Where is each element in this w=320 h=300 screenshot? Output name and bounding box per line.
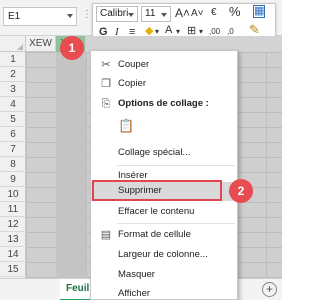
row-header[interactable]: 9 (0, 172, 26, 187)
row-header[interactable]: 12 (0, 217, 26, 232)
grow-font-icon[interactable]: A˄ (175, 6, 190, 20)
font-size-select[interactable]: 11 (141, 6, 171, 22)
scissors-icon: ✂ (101, 59, 111, 71)
menu-item-label: Effacer le contenu (118, 206, 195, 217)
menu-item-paste-options: ⎘ Options de collage : (91, 95, 237, 114)
copy-icon: ❐ (101, 78, 111, 90)
percent-icon[interactable]: % (229, 5, 241, 19)
font-name-select[interactable]: Calibri (96, 6, 138, 22)
row-header[interactable]: 3 (0, 82, 26, 97)
step-1-badge: 1 (60, 36, 84, 60)
menu-item-cut[interactable]: ✂ Couper (91, 56, 237, 75)
menu-item-unhide[interactable]: Afficher (91, 285, 237, 300)
row-header[interactable]: 11 (0, 202, 26, 217)
row-header[interactable]: 8 (0, 157, 26, 172)
menu-item-label: Couper (118, 59, 150, 70)
row-header[interactable]: 14 (0, 247, 26, 262)
menu-item-label: Copier (118, 78, 146, 89)
row-header-bar: 1 2 3 4 5 6 7 8 9 10 11 12 13 14 15 (0, 52, 26, 278)
menu-item-label: Format de cellule (118, 229, 191, 240)
paste-options-icon: ⎘ (101, 98, 111, 110)
format-painter-icon[interactable]: ▦ (253, 5, 265, 18)
menu-item-label: Largeur de colonne... (118, 249, 208, 260)
menu-item-label: Afficher (118, 288, 151, 299)
menu-item-label: Masquer (118, 269, 155, 280)
paste-button[interactable]: 📋 (91, 115, 237, 139)
row-header[interactable]: 1 (0, 52, 26, 67)
chevron-down-icon (128, 13, 134, 17)
highlight-box (92, 180, 222, 201)
clipboard-icon: 📋 (118, 118, 135, 133)
menu-item-format-cells[interactable]: ▤ Format de cellule (91, 226, 237, 245)
format-cells-icon: ▤ (100, 229, 112, 241)
row-header[interactable]: 10 (0, 187, 26, 202)
menu-item-label: Collage spécial... (118, 147, 191, 158)
paintbrush-icon[interactable]: ✎ (249, 23, 260, 37)
row-header[interactable]: 2 (0, 67, 26, 82)
row-header[interactable]: 5 (0, 112, 26, 127)
menu-item-copy[interactable]: ❐ Copier (91, 75, 237, 94)
shrink-font-icon[interactable]: A˅ (191, 7, 204, 21)
column-header-xew[interactable]: XEW (26, 36, 56, 52)
font-size-value: 11 (145, 8, 156, 19)
menu-item-column-width[interactable]: Largeur de colonne... (91, 246, 237, 265)
chevron-down-icon[interactable] (67, 14, 73, 18)
menu-separator (117, 223, 235, 224)
menu-item-clear-contents[interactable]: Effacer le contenu (91, 203, 237, 222)
add-sheet-icon[interactable]: + (262, 282, 277, 297)
menu-item-label: Options de collage : (118, 98, 209, 109)
name-box[interactable]: E1 (3, 7, 77, 26)
context-menu: ✂ Couper ❐ Copier ⎘ Options de collage :… (90, 50, 238, 300)
menu-separator (117, 165, 235, 166)
menu-item-hide[interactable]: Masquer (91, 266, 237, 285)
menu-item-paste-special[interactable]: Collage spécial... (91, 144, 237, 163)
row-header[interactable]: 4 (0, 97, 26, 112)
selected-column-cells[interactable] (56, 52, 86, 278)
font-name-value: Calibri (100, 8, 129, 19)
row-header[interactable]: 15 (0, 262, 26, 277)
currency-icon[interactable]: € (211, 6, 217, 20)
row-header[interactable]: 7 (0, 142, 26, 157)
name-box-value: E1 (8, 11, 21, 22)
select-all-corner[interactable] (0, 36, 26, 52)
more-dots-icon[interactable]: ⋮ (82, 9, 92, 20)
chevron-down-icon (161, 13, 167, 17)
step-2-badge: 2 (229, 179, 253, 203)
row-header[interactable]: 13 (0, 232, 26, 247)
row-header[interactable]: 6 (0, 127, 26, 142)
